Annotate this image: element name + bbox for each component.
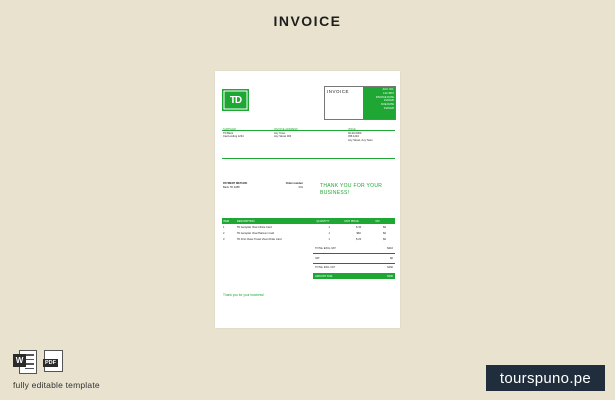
amount-due-value: $160 bbox=[387, 274, 393, 278]
page-title: INVOICE bbox=[273, 13, 342, 29]
cell-unit-price: $ 20 bbox=[356, 237, 362, 241]
invoice-box-line: 01/04/20 bbox=[383, 106, 394, 110]
address-block: INVOICE ADDRESS Any Town Any Street 000 bbox=[274, 128, 324, 139]
table-row: 3 TD First Class Travel Visa Infinite Ca… bbox=[222, 236, 395, 242]
footer-note: Thank you for your business! bbox=[223, 293, 264, 297]
amount-due-label: AMOUNT DUE bbox=[315, 274, 333, 278]
cell-vat: $0 bbox=[383, 237, 387, 241]
total-excl-row: TOTAL EXCL VAT $210 bbox=[313, 247, 395, 250]
vat-value: $0 bbox=[390, 257, 393, 260]
supplier-line: Card ending 1234 bbox=[223, 135, 244, 139]
order-number-value: 001 bbox=[298, 185, 303, 189]
payment-values: Bank TD 4288 001 bbox=[223, 186, 303, 190]
cell-description: TD First Class Travel Visa Infinite Card bbox=[236, 237, 282, 241]
vat-label: VAT bbox=[315, 257, 320, 260]
payment-method-value: Bank TD 4288 bbox=[223, 185, 240, 189]
editable-caption: fully editable template bbox=[13, 380, 100, 390]
brand-badge[interactable]: tourspuno.pe bbox=[486, 365, 605, 391]
issue-block: ISSUE 00-00-0000 456 1234 Any Street, An… bbox=[348, 128, 396, 142]
invoice-box-details: ACC. NO. 123 4567 INVOICE DATE 01/04/20 … bbox=[363, 87, 395, 119]
total-incl-value: $160 bbox=[387, 266, 393, 269]
pdf-icon: PDF bbox=[43, 350, 63, 372]
format-icons: W PDF bbox=[13, 350, 63, 374]
payment-block: PAYMENT METHOD Order number Bank TD 4288… bbox=[223, 182, 303, 189]
vat-row: VAT $0 bbox=[313, 257, 395, 260]
thank-you-message: THANK YOU FOR YOUR BUSINESS! bbox=[320, 183, 383, 196]
address-line: Any Street 000 bbox=[274, 135, 292, 139]
items-table: ITEM DESCRIPTION QUANTITY UNIT PRICE VAT… bbox=[222, 218, 395, 242]
total-incl-label: TOTAL INCL VAT bbox=[315, 266, 335, 269]
issue-line: Any Street, Any Town bbox=[348, 138, 373, 142]
total-incl-row: TOTAL INCL VAT $160 bbox=[313, 266, 395, 269]
supplier-block: SUPPLIER TD Bank Card ending 1234 bbox=[223, 128, 268, 139]
invoice-info-box: INVOICE ACC. NO. 123 4567 INVOICE DATE 0… bbox=[324, 86, 396, 120]
total-excl-label: TOTAL EXCL VAT bbox=[315, 247, 336, 250]
word-icon: W bbox=[13, 350, 37, 374]
divider bbox=[222, 158, 395, 159]
amount-due-bar: AMOUNT DUE $160 bbox=[313, 273, 395, 279]
td-logo: TD bbox=[222, 89, 249, 111]
invoice-document: TD INVOICE ACC. NO. 123 4567 INVOICE DAT… bbox=[215, 71, 400, 328]
total-excl-value: $210 bbox=[387, 247, 393, 250]
cell-item: 3 bbox=[223, 237, 225, 241]
cell-quantity: 1 bbox=[328, 237, 330, 241]
invoice-box-label: INVOICE bbox=[327, 89, 350, 94]
